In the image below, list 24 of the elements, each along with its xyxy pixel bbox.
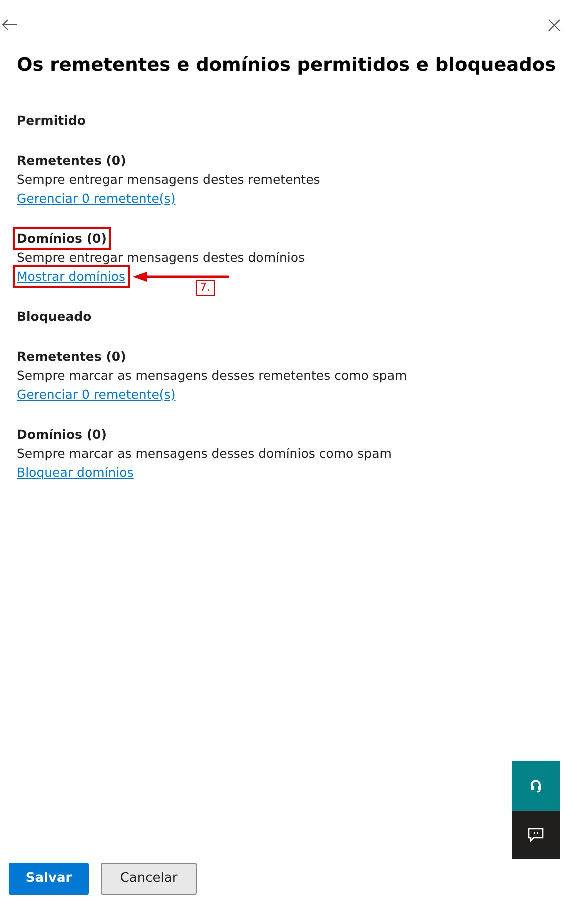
close-icon[interactable] <box>548 18 561 32</box>
description: Sempre marcar as mensagens desses remetentes como spam <box>17 366 408 385</box>
headset-icon <box>530 779 542 793</box>
group-heading: Domínios (0) <box>15 228 109 248</box>
section-heading: Permitido <box>17 112 86 130</box>
back-icon[interactable] <box>2 19 18 31</box>
link[interactable]: Bloquear domínios <box>17 462 134 482</box>
link[interactable]: Gerenciar 0 remetente(s) <box>17 384 176 404</box>
link[interactable]: Gerenciar 0 remetente(s) <box>17 188 176 208</box>
group-heading: Remetentes (0) <box>17 152 126 170</box>
description: Sempre marcar as mensagens desses domínios como spam <box>17 444 392 463</box>
chat-icon <box>528 828 544 842</box>
group-heading: Remetentes (0) <box>17 348 126 366</box>
description: Sempre entregar mensagens destes remetentes <box>17 170 320 189</box>
save-button[interactable]: Salvar <box>9 863 89 895</box>
feedback-button[interactable] <box>512 811 560 859</box>
support-button[interactable] <box>512 761 560 811</box>
group-heading: Domínios (0) <box>17 426 107 444</box>
description: Sempre entregar mensagens destes domínios <box>17 248 306 267</box>
panel-title: Os remetentes e domínios permitidos e bloqueados <box>17 54 556 78</box>
step-number: 7. <box>196 280 214 296</box>
section-heading: Bloqueado <box>17 308 92 326</box>
cancel-button[interactable]: Cancelar <box>101 863 197 895</box>
link[interactable]: Mostrar domínios <box>15 266 128 286</box>
